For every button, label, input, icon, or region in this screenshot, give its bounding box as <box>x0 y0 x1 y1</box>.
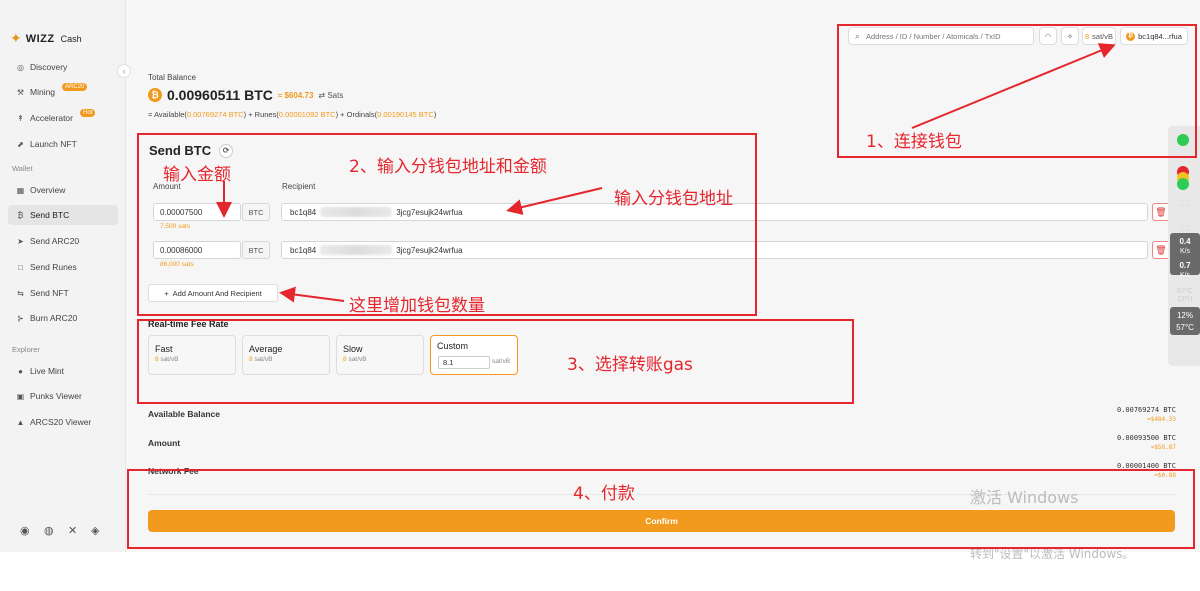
arrow-to-wallet <box>911 43 1116 129</box>
arrow-to-add-button <box>279 286 345 303</box>
annotation-arrows <box>216 43 1116 303</box>
arrow-to-recipient <box>506 187 603 215</box>
